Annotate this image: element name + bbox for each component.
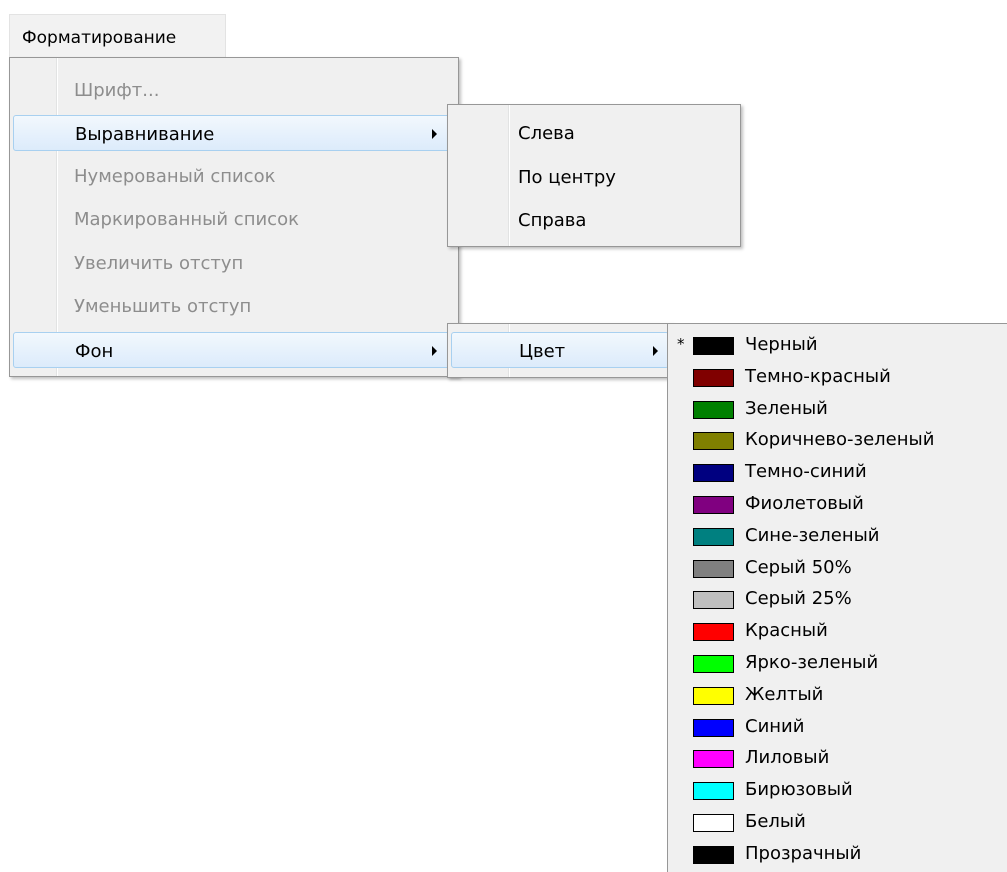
color-item[interactable]: Синий	[668, 712, 1007, 744]
color-item-label: Прозрачный	[745, 842, 862, 864]
color-item-label: Лиловый	[745, 747, 830, 769]
menu-item-decrease-indent[interactable]: Уменьшить отступ	[13, 288, 455, 324]
submenu-arrow-icon	[432, 346, 437, 356]
color-item[interactable]: Зеленый	[668, 394, 1007, 426]
color-swatch	[693, 400, 734, 419]
menu-item-numbered-list[interactable]: Нумерованый список	[13, 158, 455, 194]
submenu-arrow-icon	[432, 129, 437, 139]
menubar-format-label: Форматирование	[22, 28, 177, 48]
menu-item-numbered-list-label: Нумерованый список	[74, 166, 276, 187]
color-item-label: Красный	[745, 620, 828, 642]
menu-item-bulleted-list[interactable]: Маркированный список	[13, 201, 455, 237]
color-swatch	[693, 527, 734, 546]
color-swatch	[693, 623, 734, 642]
color-item[interactable]: Серый 50%	[668, 553, 1007, 585]
menu-item-background-label: Фон	[75, 341, 114, 362]
menu-item-increase-indent-label: Увеличить отступ	[74, 253, 244, 274]
color-item[interactable]: * Черный	[668, 330, 1007, 362]
color-item[interactable]: Фиолетовый	[668, 489, 1007, 521]
selected-marker: *	[677, 335, 685, 353]
color-item[interactable]: Лиловый	[668, 743, 1007, 775]
color-item-label: Синий	[745, 715, 805, 737]
color-swatch	[693, 782, 734, 801]
color-item-label: Зеленый	[745, 397, 828, 419]
align-submenu: Слева По центру Справа	[447, 104, 741, 247]
color-item-label: Коричнево-зеленый	[745, 429, 935, 451]
color-item[interactable]: Коричнево-зеленый	[668, 425, 1007, 457]
color-item-label: Серый 50%	[745, 556, 852, 578]
color-swatch	[693, 591, 734, 610]
color-swatch	[693, 559, 734, 578]
menu-item-align-center-label: По центру	[518, 167, 616, 188]
color-swatch	[693, 496, 734, 514]
color-item-label: Серый 25%	[745, 588, 852, 610]
color-item-label: Темно-синий	[745, 461, 867, 483]
color-swatch	[693, 432, 734, 451]
color-item[interactable]: Серый 25%	[668, 584, 1007, 616]
color-item-label: Ярко-зеленый	[745, 652, 879, 673]
color-item[interactable]: Бирюзовый	[668, 775, 1007, 807]
color-swatch	[693, 718, 734, 737]
color-item[interactable]: Белый	[668, 807, 1007, 839]
color-swatch	[693, 686, 734, 705]
color-item[interactable]: Красный	[668, 616, 1007, 648]
color-item[interactable]: Темно-синий	[668, 457, 1007, 489]
color-swatch	[693, 845, 734, 864]
color-item-label: Желтый	[745, 683, 824, 705]
color-item-label: Сине-зеленый	[745, 524, 880, 546]
color-swatch	[693, 368, 734, 387]
color-item-label: Черный	[745, 334, 818, 355]
color-item[interactable]: Желтый	[668, 680, 1007, 712]
menu-item-color[interactable]: Цвет	[451, 332, 669, 368]
color-item[interactable]: Сине-зеленый	[668, 521, 1007, 553]
color-swatch	[693, 655, 734, 673]
color-item[interactable]: Прозрачный	[668, 839, 1007, 871]
menu-item-align-left[interactable]: Слева	[451, 115, 737, 151]
menu-item-align-label: Выравнивание	[75, 124, 215, 145]
menu-item-color-label: Цвет	[519, 341, 566, 362]
menu-item-background[interactable]: Фон	[13, 332, 455, 368]
menu-item-align-right[interactable]: Справа	[451, 202, 737, 238]
menu-item-bulleted-list-label: Маркированный список	[74, 209, 299, 230]
color-item-label: Фиолетовый	[745, 493, 864, 514]
menu-item-align[interactable]: Выравнивание	[13, 115, 455, 151]
menu-item-align-right-label: Справа	[518, 210, 587, 231]
color-item-label: Бирюзовый	[745, 779, 853, 801]
color-item-label: Белый	[745, 811, 806, 832]
color-swatch	[693, 464, 734, 483]
menu-item-increase-indent[interactable]: Увеличить отступ	[13, 245, 455, 281]
menu-item-font[interactable]: Шрифт...	[13, 72, 455, 108]
format-menu: Шрифт... Выравнивание Нумерованый список…	[9, 57, 459, 377]
background-submenu: Цвет	[447, 323, 673, 378]
color-submenu: * Черный Темно-красный Зеленый Коричнево-зел…	[667, 323, 1007, 872]
menu-item-font-label: Шрифт...	[74, 80, 160, 101]
color-swatch	[693, 337, 734, 355]
color-swatch	[693, 750, 734, 769]
menu-item-decrease-indent-label: Уменьшить отступ	[74, 296, 252, 317]
color-swatch	[693, 814, 734, 832]
submenu-arrow-icon	[653, 346, 658, 356]
color-item-label: Темно-красный	[745, 365, 891, 387]
menu-item-align-left-label: Слева	[518, 123, 575, 144]
color-item[interactable]: Ярко-зеленый	[668, 648, 1007, 680]
color-item[interactable]: Темно-красный	[668, 362, 1007, 394]
menu-item-align-center[interactable]: По центру	[451, 159, 737, 195]
menubar-format[interactable]: Форматирование	[9, 14, 226, 58]
